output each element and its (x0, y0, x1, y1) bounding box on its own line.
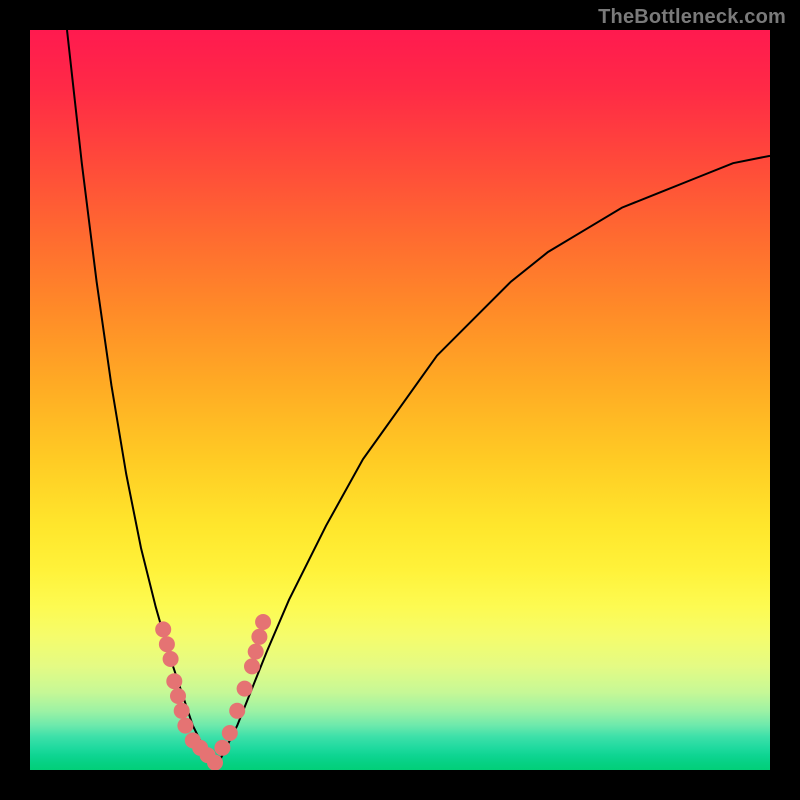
right-branch-curve (215, 156, 770, 770)
scatter-dot (159, 636, 175, 652)
scatter-dot (155, 621, 171, 637)
scatter-dot (214, 740, 230, 756)
scatter-dot (255, 614, 271, 630)
plot-area (30, 30, 770, 770)
scatter-dot (170, 688, 186, 704)
scatter-dot (207, 755, 223, 770)
scatter-dot (229, 703, 245, 719)
scatter-dot (237, 681, 253, 697)
scatter-dot (248, 644, 264, 660)
scatter-dot (222, 725, 238, 741)
scatter-dot (177, 718, 193, 734)
scatter-dot (163, 651, 179, 667)
scatter-dot (174, 703, 190, 719)
scatter-dot (166, 673, 182, 689)
scatter-group (155, 614, 271, 770)
watermark-text: TheBottleneck.com (598, 6, 786, 29)
chart-container: TheBottleneck.com (0, 0, 800, 800)
scatter-dot (251, 629, 267, 645)
scatter-dot (244, 658, 260, 674)
curves-svg (30, 30, 770, 770)
left-branch-curve (67, 30, 215, 770)
